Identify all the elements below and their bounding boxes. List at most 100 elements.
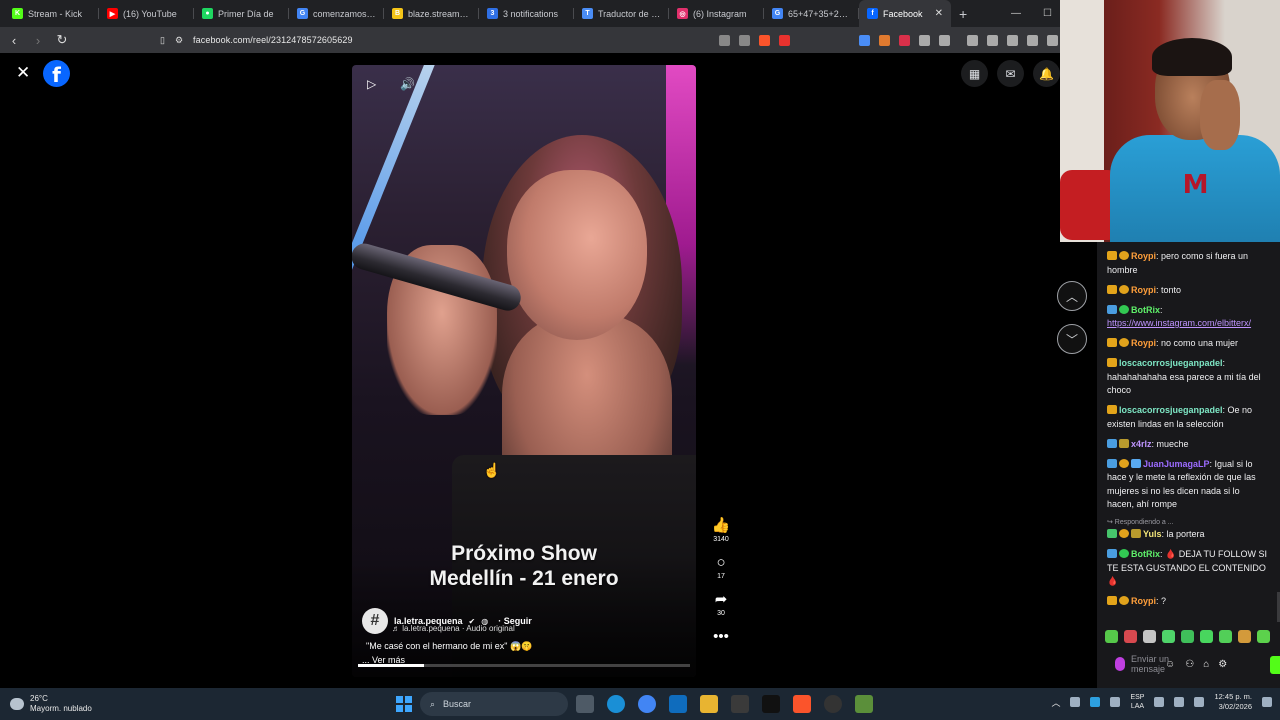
site-info-icon[interactable]: ⚙	[175, 35, 183, 46]
next-reel-button[interactable]: ﹀	[1057, 324, 1087, 354]
share-button[interactable]: ➦ 30	[715, 591, 728, 619]
send-button[interactable]	[1270, 656, 1280, 674]
browser-tab[interactable]: 3 3 notifications	[479, 0, 574, 27]
install-app-icon[interactable]	[719, 34, 730, 46]
address-bar[interactable]: ▯ ⚙ facebook.com/reel/2312478572605629	[160, 30, 800, 50]
emote-icon[interactable]	[1181, 630, 1194, 643]
translate-extension-icon[interactable]	[859, 34, 870, 46]
emote-icon[interactable]	[1219, 630, 1232, 643]
language-indicator[interactable]: ESP LAA	[1130, 693, 1144, 711]
chat-username[interactable]: x4rlz	[1131, 439, 1152, 449]
brave-icon[interactable]	[793, 695, 811, 713]
microphone-tray-icon[interactable]	[1110, 697, 1121, 707]
browser-tab[interactable]: Bblaze.stream/stre	[384, 0, 479, 27]
browser-tab[interactable]: G 65+47+35+23+1	[764, 0, 859, 27]
file-explorer-icon[interactable]	[700, 695, 718, 713]
outlook-icon[interactable]	[669, 695, 687, 713]
extensions-puzzle-icon[interactable]	[919, 34, 930, 46]
chat-username[interactable]: Roypi	[1131, 285, 1156, 295]
close-tab-icon[interactable]: ✕	[935, 8, 943, 19]
leo-ai-icon[interactable]	[1047, 34, 1058, 46]
app-icon[interactable]	[762, 695, 780, 713]
microphone-icon[interactable]	[1115, 657, 1125, 671]
users-icon[interactable]: ⚇	[1185, 659, 1194, 670]
wallet-icon[interactable]	[1027, 34, 1038, 46]
minecraft-icon[interactable]	[855, 695, 873, 713]
avatar[interactable]: #	[362, 608, 388, 634]
browser-tab[interactable]: T Traductor de Goo	[574, 0, 669, 27]
browser-tab[interactable]: K Stream - Kick	[4, 0, 99, 27]
audio-label[interactable]: ♬ la.letra.pequena · Audio original	[392, 624, 515, 633]
brave-rewards-icon[interactable]	[779, 34, 790, 46]
chat-username[interactable]: JuanJumagaLP	[1143, 459, 1210, 469]
forward-button[interactable]: ›	[28, 33, 48, 48]
weather-widget[interactable]: 26°C Mayorm. nublado	[10, 694, 92, 714]
media-control-icon[interactable]	[967, 34, 978, 46]
extension-icon[interactable]	[879, 34, 890, 46]
reload-button[interactable]: ↻	[52, 32, 72, 48]
minimize-button[interactable]: —	[1011, 8, 1021, 19]
like-button[interactable]: 👍 3140	[712, 517, 731, 545]
notifications-bell-icon[interactable]: 🔔	[1033, 60, 1060, 87]
volume-tray-icon[interactable]	[1174, 697, 1185, 707]
emoji-icon[interactable]: ☺	[1165, 659, 1175, 670]
taskbar-search[interactable]: ⌕ Buscar	[420, 692, 568, 716]
chat-username[interactable]: Roypi	[1131, 251, 1156, 261]
browser-tab[interactable]: ▶ (16) YouTube	[99, 0, 194, 27]
chat-link[interactable]: https://www.instagram.com/elbitterx/	[1107, 318, 1251, 328]
previous-reel-button[interactable]: ︿	[1057, 281, 1087, 311]
extension-icon[interactable]	[899, 34, 910, 46]
clock[interactable]: 12:45 p. m. 3/02/2026	[1214, 692, 1252, 712]
browser-tab[interactable]: Gcomenzamos de	[289, 0, 384, 27]
tab-facebook[interactable]: f Facebook ✕	[859, 0, 951, 27]
comment-button[interactable]: ○ 17	[716, 554, 725, 582]
facebook-logo-icon[interactable]: f	[43, 60, 70, 87]
notifications-icon[interactable]	[1262, 697, 1272, 707]
chat-username[interactable]: BotRix	[1131, 305, 1160, 315]
chat-input[interactable]: Enviar un mensaje ☺ ⚇ ⌂ ⚙	[1103, 648, 1280, 680]
emote-icon[interactable]	[1105, 630, 1118, 643]
close-icon[interactable]: ✕	[16, 64, 30, 81]
chat-username[interactable]: Roypi	[1131, 596, 1156, 606]
emote-icon[interactable]	[1257, 630, 1270, 643]
menu-grid-icon[interactable]: ▦	[961, 60, 988, 87]
terminal-icon[interactable]	[731, 695, 749, 713]
browser-tab[interactable]: ● Primer Día de	[194, 0, 289, 27]
task-view-icon[interactable]	[576, 695, 594, 713]
emote-icon[interactable]	[1143, 630, 1156, 643]
chat-username[interactable]: loscacorrosjueganpadel	[1119, 358, 1223, 368]
tray-app-icon[interactable]	[1090, 697, 1101, 707]
obs-icon[interactable]	[824, 695, 842, 713]
more-options-button[interactable]: •••	[713, 628, 729, 646]
tray-overflow-icon[interactable]: ︿	[1051, 696, 1060, 709]
store-icon[interactable]: ⌂	[1203, 659, 1209, 670]
reel-video[interactable]: ▷ 🔊 Próximo Show Medellín - 21 enero # l…	[352, 65, 696, 677]
video-progress-bar[interactable]	[358, 664, 690, 667]
chat-username[interactable]: Roypi	[1131, 338, 1156, 348]
chrome-icon[interactable]	[638, 695, 656, 713]
maximize-button[interactable]: ☐	[1043, 8, 1052, 19]
sidebar-icon[interactable]	[1007, 34, 1018, 46]
emote-icon[interactable]	[1238, 630, 1251, 643]
url-text[interactable]: facebook.com/reel/2312478572605629	[193, 35, 353, 45]
edge-icon[interactable]	[607, 695, 625, 713]
settings-gear-icon[interactable]: ⚙	[1218, 659, 1227, 670]
chat-username[interactable]: Yuls	[1143, 529, 1162, 539]
new-tab-button[interactable]: +	[959, 6, 967, 22]
brave-shield-icon[interactable]	[759, 34, 770, 46]
share-icon[interactable]	[739, 34, 750, 46]
screenshot-icon[interactable]	[939, 34, 950, 46]
browser-tab[interactable]: ◎ (6) Instagram	[669, 0, 764, 27]
volume-icon[interactable]: 🔊	[400, 77, 415, 91]
downloads-icon[interactable]	[987, 34, 998, 46]
chat-username[interactable]: loscacorrosjueganpadel	[1119, 405, 1223, 415]
bookmark-icon[interactable]: ▯	[160, 35, 165, 46]
tray-app-icon[interactable]	[1070, 697, 1081, 707]
messenger-icon[interactable]: ✉	[997, 60, 1024, 87]
windows-start-icon[interactable]	[396, 696, 412, 712]
chat-username[interactable]: BotRix	[1131, 549, 1160, 559]
battery-icon[interactable]	[1194, 697, 1205, 707]
back-button[interactable]: ‹	[4, 33, 24, 48]
emote-icon[interactable]	[1124, 630, 1137, 643]
emote-icon[interactable]	[1200, 630, 1213, 643]
